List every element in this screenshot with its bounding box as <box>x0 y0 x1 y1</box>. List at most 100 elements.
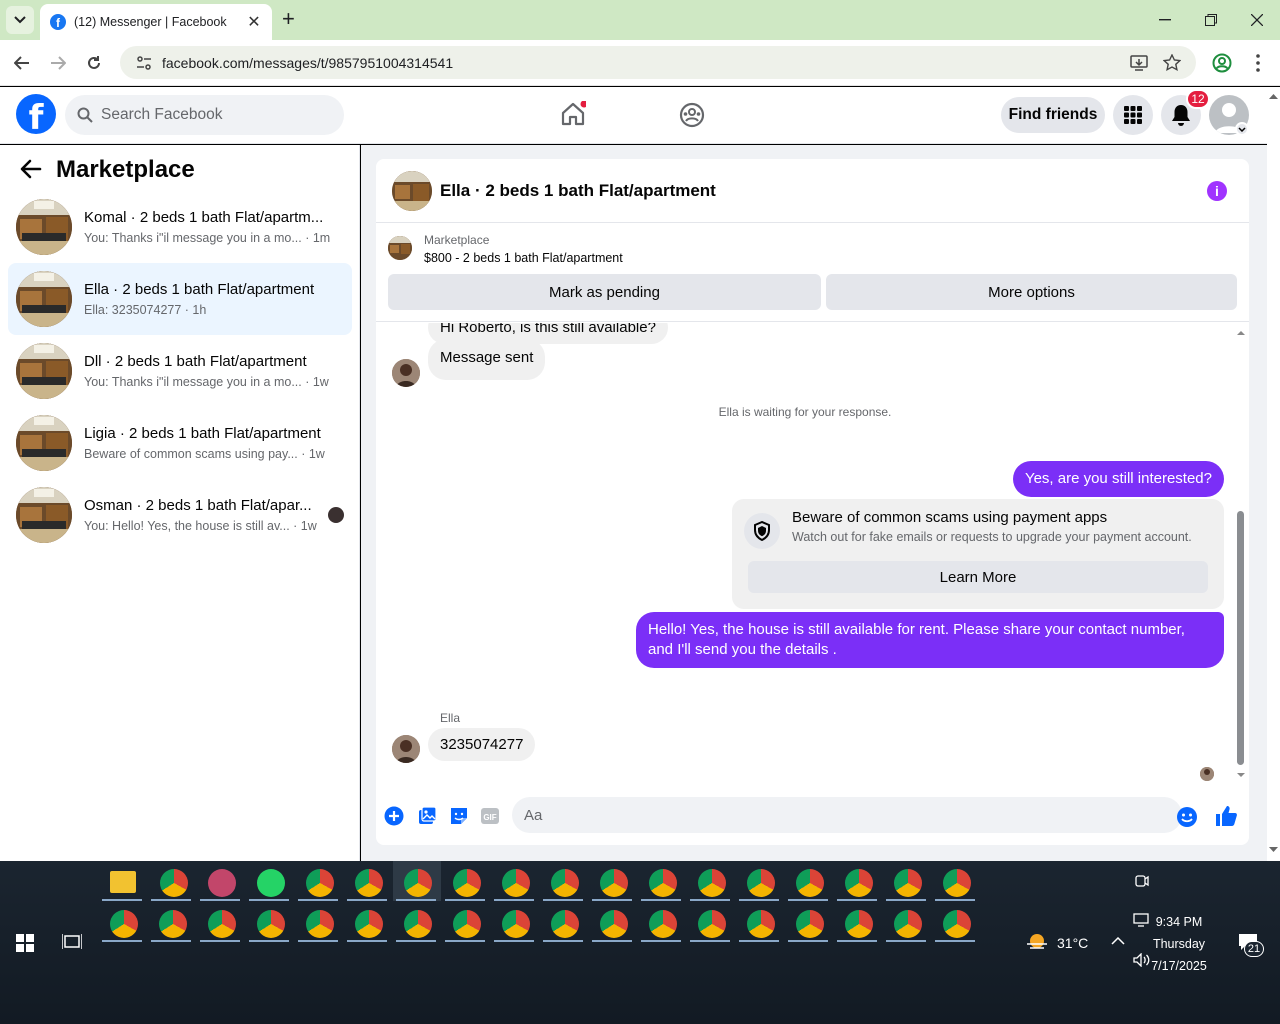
message-bubble-incoming: Message sent <box>428 339 546 380</box>
listing-price-title[interactable]: $800 - 2 beds 1 bath Flat/apartment <box>424 251 623 265</box>
facebook-search[interactable] <box>65 95 344 135</box>
chrome-icon[interactable] <box>453 910 481 938</box>
conversation-item[interactable]: Dll · 2 beds 1 bath Flat/apartment You: … <box>8 335 352 407</box>
home-icon[interactable] <box>560 101 586 127</box>
weather-temp[interactable]: 31°C <box>1057 935 1088 951</box>
emoji-icon[interactable] <box>1176 806 1198 828</box>
close-window-icon[interactable] <box>1247 10 1267 30</box>
bookmark-star-icon[interactable] <box>1163 54 1181 72</box>
chrome-icon[interactable] <box>502 910 530 938</box>
chrome-icon[interactable] <box>404 869 432 897</box>
conversation-item[interactable]: Ligia · 2 beds 1 bath Flat/apartment Bew… <box>8 407 352 479</box>
find-friends-button[interactable]: Find friends <box>1001 97 1105 133</box>
menu-button[interactable] <box>1113 95 1153 135</box>
chrome-icon[interactable] <box>355 910 383 938</box>
chrome-icon[interactable] <box>257 910 285 938</box>
browser-tab[interactable]: f (12) Messenger | Facebook ✕ <box>40 4 272 40</box>
chrome-icon[interactable] <box>796 910 824 938</box>
chrome-icon[interactable] <box>355 869 383 897</box>
close-tab-icon[interactable]: ✕ <box>246 12 262 32</box>
chrome-icon[interactable] <box>649 910 677 938</box>
conversation-name: Ligia · 2 beds 1 bath Flat/apartment <box>84 425 321 442</box>
site-settings-icon[interactable] <box>136 55 152 71</box>
chrome-icon[interactable] <box>404 910 432 938</box>
photo-icon[interactable] <box>417 806 437 826</box>
conversation-item[interactable]: Komal · 2 beds 1 bath Flat/apartm... You… <box>8 191 352 263</box>
chrome-icon[interactable] <box>698 869 726 897</box>
chrome-icon[interactable] <box>894 910 922 938</box>
profile-icon[interactable] <box>1212 53 1232 73</box>
system-clock[interactable]: 9:34 PM Thursday 7/17/2025 <box>1134 911 1224 977</box>
chrome-icon[interactable] <box>600 910 628 938</box>
omnibox[interactable]: facebook.com/messages/t/9857951004314541 <box>120 46 1196 79</box>
chrome-icon[interactable] <box>110 910 138 938</box>
snipping-tool-icon[interactable] <box>208 869 236 897</box>
message-thread: Hi Roberto, is this still available? Mes… <box>376 323 1249 789</box>
chrome-icon[interactable] <box>649 869 677 897</box>
mark-as-pending-button[interactable]: Mark as pending <box>388 274 821 310</box>
message-bubble-outgoing: Hello! Yes, the house is still available… <box>636 612 1224 668</box>
install-app-icon[interactable] <box>1130 55 1148 71</box>
whatsapp-icon[interactable] <box>257 869 285 897</box>
chrome-icon[interactable] <box>502 869 530 897</box>
chrome-icon[interactable] <box>306 910 334 938</box>
tab-search-dropdown[interactable] <box>6 6 34 34</box>
page-scrollbar[interactable] <box>1267 87 1280 861</box>
groups-icon[interactable] <box>679 102 705 128</box>
weather-sun-icon[interactable] <box>1025 931 1049 951</box>
message-input[interactable] <box>512 797 1182 833</box>
chrome-icon[interactable] <box>160 869 188 897</box>
chrome-icon[interactable] <box>551 869 579 897</box>
info-icon[interactable]: i <box>1207 181 1227 201</box>
chrome-icon[interactable] <box>551 910 579 938</box>
conversation-name: Ella · 2 beds 1 bath Flat/apartment <box>84 281 315 298</box>
chrome-icon[interactable] <box>600 869 628 897</box>
chrome-icon[interactable] <box>796 869 824 897</box>
forward-icon[interactable] <box>47 52 69 74</box>
task-view-icon[interactable] <box>62 933 82 951</box>
back-icon[interactable] <box>11 52 33 74</box>
chrome-icon[interactable] <box>698 910 726 938</box>
windows-start-icon[interactable] <box>16 934 34 952</box>
chrome-icon[interactable] <box>747 910 775 938</box>
new-tab-button[interactable]: + <box>282 8 295 30</box>
conversation-item[interactable]: Osman · 2 beds 1 bath Flat/apar... You: … <box>8 479 352 551</box>
chrome-icon[interactable] <box>453 869 481 897</box>
file-explorer-icon[interactable] <box>110 871 136 893</box>
gif-icon[interactable]: GIF <box>480 806 500 826</box>
more-options-button[interactable]: More options <box>826 274 1237 310</box>
minimize-icon[interactable] <box>1155 10 1175 30</box>
chrome-icon[interactable] <box>943 910 971 938</box>
chevron-up-icon[interactable] <box>1111 937 1125 945</box>
chrome-icon[interactable] <box>894 869 922 897</box>
account-chevron-icon[interactable] <box>1235 122 1249 136</box>
browser-menu-icon[interactable] <box>1256 54 1260 72</box>
clock-time: 9:34 PM <box>1155 915 1203 929</box>
learn-more-button[interactable]: Learn More <box>748 561 1208 593</box>
reload-icon[interactable] <box>83 52 105 74</box>
search-icon <box>77 107 93 123</box>
plus-circle-icon[interactable] <box>384 806 404 826</box>
chrome-icon[interactable] <box>159 910 187 938</box>
action-center-badge: 21 <box>1244 941 1264 957</box>
back-arrow-icon[interactable] <box>20 159 42 179</box>
facebook-favicon-icon: f <box>50 14 66 30</box>
chrome-icon[interactable] <box>208 910 236 938</box>
sticker-icon[interactable] <box>449 806 469 826</box>
chrome-icon[interactable] <box>943 869 971 897</box>
chrome-icon[interactable] <box>845 910 873 938</box>
thread-scrollbar[interactable] <box>1234 323 1248 789</box>
meet-now-icon[interactable] <box>1135 873 1149 889</box>
chat-header[interactable]: Ella · 2 beds 1 bath Flat/apartment i <box>376 159 1249 223</box>
conversation-item-active[interactable]: Ella · 2 beds 1 bath Flat/apartment Ella… <box>8 263 352 335</box>
chrome-icon[interactable] <box>747 869 775 897</box>
search-input[interactable] <box>101 106 321 124</box>
restore-icon[interactable] <box>1201 10 1221 30</box>
chat-listing-thumbnail <box>392 170 432 211</box>
chrome-icon[interactable] <box>845 869 873 897</box>
chrome-icon[interactable] <box>306 869 334 897</box>
like-thumbs-up-icon[interactable] <box>1215 805 1237 827</box>
conversation-preview: You: Hello! Yes, the house is still av..… <box>84 519 317 533</box>
facebook-logo-icon[interactable]: f <box>16 94 56 134</box>
url-text[interactable]: facebook.com/messages/t/9857951004314541 <box>162 55 453 71</box>
